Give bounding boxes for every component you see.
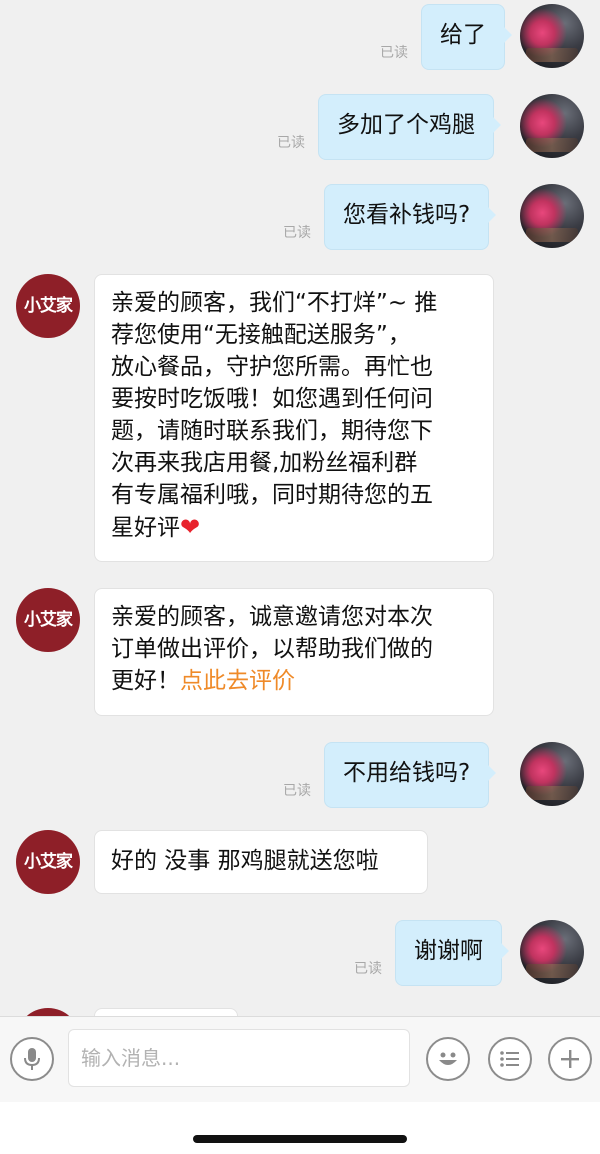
user-avatar[interactable] bbox=[520, 184, 584, 248]
message-row: 已读 不用给钱吗? bbox=[0, 738, 600, 814]
message-input-bar bbox=[0, 1016, 600, 1102]
message-row: 已读 给了 bbox=[0, 0, 600, 76]
heart-icon: ❤ bbox=[180, 513, 201, 541]
message-row bbox=[0, 1006, 600, 1016]
message-line: 更好！点此去评价 bbox=[111, 665, 477, 697]
message-line-text: 星好评 bbox=[111, 515, 180, 541]
message-line: 亲爱的顾客，诚意邀请您对本次 bbox=[111, 604, 433, 630]
shop-logo-text: 小艾家 bbox=[24, 852, 73, 872]
list-menu-icon bbox=[500, 1051, 519, 1067]
emoji-button[interactable] bbox=[426, 1037, 470, 1081]
more-menu-button[interactable] bbox=[488, 1037, 532, 1081]
message-line: 题，请随时联系我们，期待您下 bbox=[111, 418, 433, 444]
message-row: 小艾家 亲爱的顾客，诚意邀请您对本次 订单做出评价，以帮助我们做的 更好！点此去… bbox=[0, 586, 600, 720]
smiley-icon bbox=[439, 1052, 457, 1065]
user-avatar[interactable] bbox=[520, 742, 584, 806]
read-status: 已读 bbox=[380, 45, 408, 61]
add-button[interactable] bbox=[548, 1037, 592, 1081]
message-row: 已读 您看补钱吗? bbox=[0, 180, 600, 256]
incoming-message[interactable] bbox=[94, 1008, 238, 1016]
message-row: 小艾家 亲爱的顾客，我们“不打烊”~ 推 荐您使用“无接触配送服务”， 放心餐品… bbox=[0, 272, 600, 566]
message-row: 已读 谢谢啊 bbox=[0, 916, 600, 992]
outgoing-message[interactable]: 给了 bbox=[421, 4, 512, 70]
incoming-message[interactable]: 好的 没事 那鸡腿就送您啦 bbox=[94, 830, 428, 894]
message-line-text: 更好！ bbox=[111, 668, 180, 694]
shop-avatar[interactable]: 小艾家 bbox=[16, 830, 80, 894]
message-row: 已读 多加了个鸡腿 bbox=[0, 90, 600, 166]
message-line: 次再来我店用餐,加粉丝福利群 bbox=[111, 450, 418, 476]
review-link[interactable]: 点此去评价 bbox=[180, 668, 295, 694]
outgoing-message[interactable]: 多加了个鸡腿 bbox=[318, 94, 501, 160]
chat-thread[interactable]: 已读 给了 已读 多加了个鸡腿 已读 您看补钱吗? 小艾家 亲爱的顾客，我们“不… bbox=[0, 0, 600, 1016]
user-avatar[interactable] bbox=[520, 920, 584, 984]
user-avatar[interactable] bbox=[520, 94, 584, 158]
message-line: 放心餐品，守护您所需。再忙也 bbox=[111, 354, 433, 380]
message-text: 好的 没事 那鸡腿就送您啦 bbox=[111, 848, 379, 874]
shop-avatar[interactable] bbox=[16, 1008, 80, 1016]
message-text: 您看补钱吗? bbox=[343, 202, 471, 228]
message-line: 要按时吃饭哦！如您遇到任何问 bbox=[111, 386, 433, 412]
message-line: 星好评❤ bbox=[111, 511, 477, 544]
shop-logo-text: 小艾家 bbox=[24, 296, 73, 316]
outgoing-message[interactable]: 谢谢啊 bbox=[395, 920, 509, 986]
message-text: 给了 bbox=[440, 22, 486, 48]
read-status: 已读 bbox=[277, 135, 305, 151]
message-line: 有专属福利哦，同时期待您的五 bbox=[111, 482, 433, 508]
home-indicator[interactable] bbox=[193, 1135, 407, 1143]
read-status: 已读 bbox=[354, 961, 382, 977]
incoming-message[interactable]: 亲爱的顾客，我们“不打烊”~ 推 荐您使用“无接触配送服务”， 放心餐品，守护您… bbox=[94, 274, 494, 562]
message-line: 荐您使用“无接触配送服务”， bbox=[111, 322, 411, 348]
plus-icon bbox=[561, 1050, 579, 1068]
message-line: 亲爱的顾客，我们“不打烊”~ 推 bbox=[111, 290, 438, 316]
shop-avatar[interactable]: 小艾家 bbox=[16, 274, 80, 338]
home-bar bbox=[0, 1102, 600, 1154]
read-status: 已读 bbox=[283, 225, 311, 241]
outgoing-message[interactable]: 您看补钱吗? bbox=[324, 184, 497, 250]
incoming-message[interactable]: 亲爱的顾客，诚意邀请您对本次 订单做出评价，以帮助我们做的 更好！点此去评价 bbox=[94, 588, 494, 716]
read-status: 已读 bbox=[283, 783, 311, 799]
message-input[interactable] bbox=[68, 1029, 410, 1087]
voice-button[interactable] bbox=[10, 1037, 54, 1081]
shop-avatar[interactable]: 小艾家 bbox=[16, 588, 80, 652]
message-text: 多加了个鸡腿 bbox=[337, 112, 475, 138]
message-line: 订单做出评价，以帮助我们做的 bbox=[111, 636, 433, 662]
user-avatar[interactable] bbox=[520, 4, 584, 68]
message-text: 不用给钱吗? bbox=[343, 760, 471, 786]
shop-logo-text: 小艾家 bbox=[24, 610, 73, 630]
message-text: 谢谢啊 bbox=[414, 938, 483, 964]
outgoing-message[interactable]: 不用给钱吗? bbox=[324, 742, 497, 808]
message-row: 小艾家 好的 没事 那鸡腿就送您啦 bbox=[0, 828, 600, 898]
microphone-icon bbox=[24, 1048, 40, 1070]
